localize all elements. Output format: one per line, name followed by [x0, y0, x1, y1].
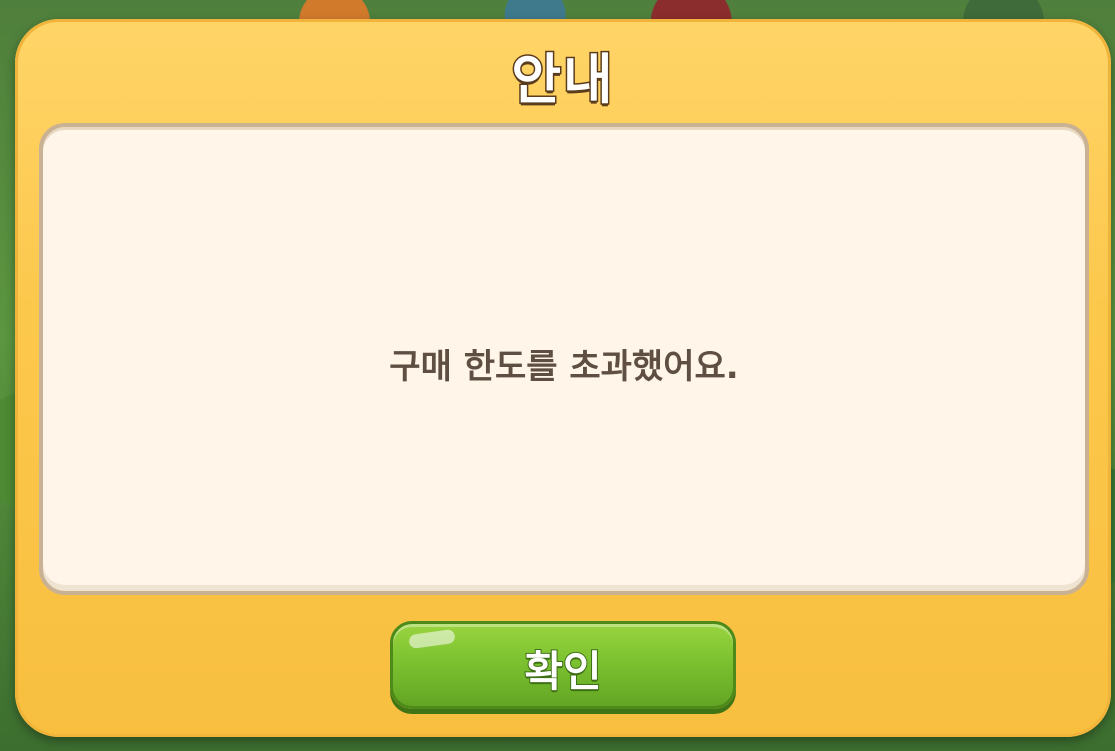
notice-dialog: 안내 구매 한도를 초과했어요. 확인	[15, 19, 1111, 737]
message-panel: 구매 한도를 초과했어요.	[39, 123, 1089, 595]
dialog-title: 안내	[510, 47, 615, 113]
dialog-message: 구매 한도를 초과했어요.	[389, 347, 739, 387]
confirm-button-label: 확인	[523, 646, 602, 697]
confirm-button[interactable]: 확인	[390, 621, 736, 709]
